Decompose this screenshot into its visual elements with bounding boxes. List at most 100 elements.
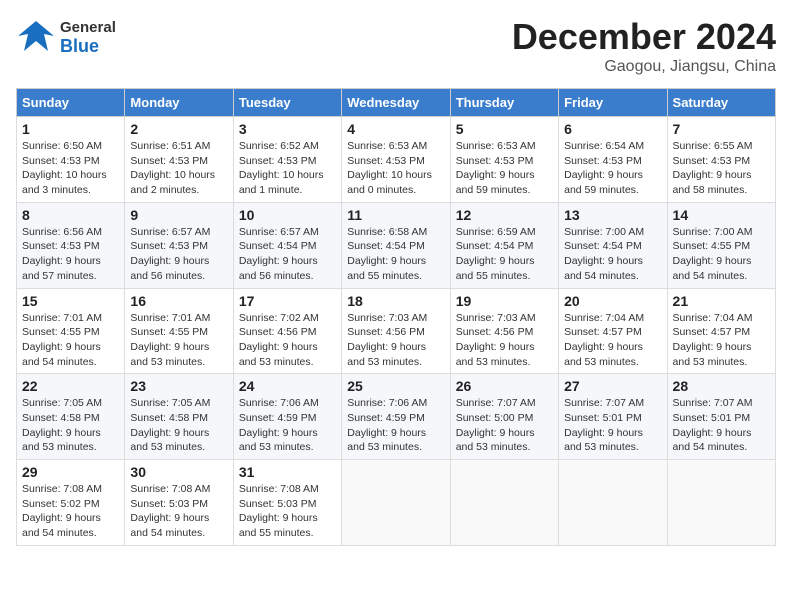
day-cell: 9Sunrise: 6:57 AMSunset: 4:53 PMDaylight… xyxy=(125,202,233,288)
calendar-header: SundayMondayTuesdayWednesdayThursdayFrid… xyxy=(17,89,776,117)
day-number: 4 xyxy=(347,121,444,137)
day-number: 28 xyxy=(673,378,770,394)
calendar-body: 1 Sunrise: 6:50 AMSunset: 4:53 PMDaylight… xyxy=(17,117,776,546)
day-cell: 23 Sunrise: 7:05 AMSunset: 4:58 PMDayligh… xyxy=(125,374,233,460)
day-number: 9 xyxy=(130,207,227,223)
day-of-week-header: Saturday xyxy=(667,89,775,117)
day-number: 16 xyxy=(130,293,227,309)
day-of-week-header: Tuesday xyxy=(233,89,341,117)
day-number: 22 xyxy=(22,378,119,394)
day-number: 30 xyxy=(130,464,227,480)
day-info: Sunrise: 6:55 AMSunset: 4:53 PMDaylight:… xyxy=(673,139,770,198)
day-cell: 16 Sunrise: 7:01 AMSunset: 4:55 PMDayligh… xyxy=(125,288,233,374)
day-number: 13 xyxy=(564,207,661,223)
day-info: Sunrise: 7:05 AMSunset: 4:58 PMDaylight:… xyxy=(130,396,227,455)
day-number: 20 xyxy=(564,293,661,309)
logo-text: General Blue xyxy=(60,20,116,56)
month-title: December 2024 xyxy=(512,16,776,58)
day-cell: 1 Sunrise: 6:50 AMSunset: 4:53 PMDaylight… xyxy=(17,117,125,203)
day-cell: 6 Sunrise: 6:54 AMSunset: 4:53 PMDaylight… xyxy=(559,117,667,203)
day-number: 11 xyxy=(347,207,444,223)
day-info: Sunrise: 6:56 AMSunset: 4:53 PMDaylight:… xyxy=(22,225,119,284)
empty-day-cell xyxy=(450,460,558,546)
calendar-week-row: 22 Sunrise: 7:05 AMSunset: 4:58 PMDayligh… xyxy=(17,374,776,460)
day-number: 25 xyxy=(347,378,444,394)
calendar-week-row: 1 Sunrise: 6:50 AMSunset: 4:53 PMDaylight… xyxy=(17,117,776,203)
day-info: Sunrise: 7:03 AMSunset: 4:56 PMDaylight:… xyxy=(456,311,553,370)
day-of-week-header: Monday xyxy=(125,89,233,117)
day-cell: 3 Sunrise: 6:52 AMSunset: 4:53 PMDaylight… xyxy=(233,117,341,203)
day-cell: 27 Sunrise: 7:07 AMSunset: 5:01 PMDayligh… xyxy=(559,374,667,460)
day-number: 26 xyxy=(456,378,553,394)
day-cell: 25Sunrise: 7:06 AMSunset: 4:59 PMDayligh… xyxy=(342,374,450,460)
calendar-week-row: 15 Sunrise: 7:01 AMSunset: 4:55 PMDayligh… xyxy=(17,288,776,374)
day-info: Sunrise: 6:57 AMSunset: 4:54 PMDaylight:… xyxy=(239,225,336,284)
day-cell: 20 Sunrise: 7:04 AMSunset: 4:57 PMDayligh… xyxy=(559,288,667,374)
day-info: Sunrise: 7:08 AMSunset: 5:03 PMDaylight:… xyxy=(239,482,336,541)
logo-blue-text: Blue xyxy=(60,37,116,57)
day-info: Sunrise: 6:52 AMSunset: 4:53 PMDaylight:… xyxy=(239,139,336,198)
day-info: Sunrise: 7:00 AMSunset: 4:54 PMDaylight:… xyxy=(564,225,661,284)
day-info: Sunrise: 7:06 AMSunset: 4:59 PMDaylight:… xyxy=(239,396,336,455)
day-info: Sunrise: 6:58 AMSunset: 4:54 PMDaylight:… xyxy=(347,225,444,284)
day-info: Sunrise: 6:51 AMSunset: 4:53 PMDaylight:… xyxy=(130,139,227,198)
day-cell: 24Sunrise: 7:06 AMSunset: 4:59 PMDayligh… xyxy=(233,374,341,460)
day-info: Sunrise: 6:54 AMSunset: 4:53 PMDaylight:… xyxy=(564,139,661,198)
day-cell: 30 Sunrise: 7:08 AMSunset: 5:03 PMDayligh… xyxy=(125,460,233,546)
calendar-week-row: 8Sunrise: 6:56 AMSunset: 4:53 PMDaylight… xyxy=(17,202,776,288)
empty-day-cell xyxy=(342,460,450,546)
day-number: 2 xyxy=(130,121,227,137)
day-number: 5 xyxy=(456,121,553,137)
day-cell: 7 Sunrise: 6:55 AMSunset: 4:53 PMDaylight… xyxy=(667,117,775,203)
day-cell: 10 Sunrise: 6:57 AMSunset: 4:54 PMDayligh… xyxy=(233,202,341,288)
day-number: 29 xyxy=(22,464,119,480)
day-number: 3 xyxy=(239,121,336,137)
calendar-week-row: 29Sunrise: 7:08 AMSunset: 5:02 PMDayligh… xyxy=(17,460,776,546)
day-number: 1 xyxy=(22,121,119,137)
day-info: Sunrise: 6:53 AMSunset: 4:53 PMDaylight:… xyxy=(456,139,553,198)
day-number: 15 xyxy=(22,293,119,309)
day-info: Sunrise: 7:07 AMSunset: 5:01 PMDaylight:… xyxy=(673,396,770,455)
day-info: Sunrise: 7:04 AMSunset: 4:57 PMDaylight:… xyxy=(673,311,770,370)
day-cell: 4Sunrise: 6:53 AMSunset: 4:53 PMDaylight… xyxy=(342,117,450,203)
day-info: Sunrise: 7:07 AMSunset: 5:00 PMDaylight:… xyxy=(456,396,553,455)
title-block: December 2024 Gaogou, Jiangsu, China xyxy=(512,16,776,76)
day-info: Sunrise: 6:50 AMSunset: 4:53 PMDaylight:… xyxy=(22,139,119,198)
day-cell: 21Sunrise: 7:04 AMSunset: 4:57 PMDayligh… xyxy=(667,288,775,374)
day-cell: 13 Sunrise: 7:00 AMSunset: 4:54 PMDayligh… xyxy=(559,202,667,288)
day-number: 10 xyxy=(239,207,336,223)
day-cell: 12Sunrise: 6:59 AMSunset: 4:54 PMDayligh… xyxy=(450,202,558,288)
empty-day-cell xyxy=(559,460,667,546)
day-number: 14 xyxy=(673,207,770,223)
page-header: General Blue December 2024 Gaogou, Jiang… xyxy=(16,16,776,76)
empty-day-cell xyxy=(667,460,775,546)
day-number: 23 xyxy=(130,378,227,394)
day-info: Sunrise: 7:08 AMSunset: 5:03 PMDaylight:… xyxy=(130,482,227,541)
day-info: Sunrise: 6:59 AMSunset: 4:54 PMDaylight:… xyxy=(456,225,553,284)
day-cell: 28 Sunrise: 7:07 AMSunset: 5:01 PMDayligh… xyxy=(667,374,775,460)
day-number: 27 xyxy=(564,378,661,394)
day-of-week-header: Friday xyxy=(559,89,667,117)
day-info: Sunrise: 7:00 AMSunset: 4:55 PMDaylight:… xyxy=(673,225,770,284)
day-info: Sunrise: 7:07 AMSunset: 5:01 PMDaylight:… xyxy=(564,396,661,455)
day-info: Sunrise: 7:01 AMSunset: 4:55 PMDaylight:… xyxy=(130,311,227,370)
day-info: Sunrise: 7:04 AMSunset: 4:57 PMDaylight:… xyxy=(564,311,661,370)
day-cell: 11 Sunrise: 6:58 AMSunset: 4:54 PMDayligh… xyxy=(342,202,450,288)
day-number: 6 xyxy=(564,121,661,137)
logo-general-text: General xyxy=(60,20,116,37)
day-info: Sunrise: 7:01 AMSunset: 4:55 PMDaylight:… xyxy=(22,311,119,370)
day-cell: 15 Sunrise: 7:01 AMSunset: 4:55 PMDayligh… xyxy=(17,288,125,374)
day-cell: 17Sunrise: 7:02 AMSunset: 4:56 PMDayligh… xyxy=(233,288,341,374)
location-text: Gaogou, Jiangsu, China xyxy=(512,58,776,76)
calendar-table: SundayMondayTuesdayWednesdayThursdayFrid… xyxy=(16,88,776,546)
day-number: 19 xyxy=(456,293,553,309)
day-number: 17 xyxy=(239,293,336,309)
day-cell: 14 Sunrise: 7:00 AMSunset: 4:55 PMDayligh… xyxy=(667,202,775,288)
day-cell: 31 Sunrise: 7:08 AMSunset: 5:03 PMDayligh… xyxy=(233,460,341,546)
logo: General Blue xyxy=(16,16,116,61)
day-cell: 22Sunrise: 7:05 AMSunset: 4:58 PMDayligh… xyxy=(17,374,125,460)
day-number: 7 xyxy=(673,121,770,137)
day-cell: 2 Sunrise: 6:51 AMSunset: 4:53 PMDaylight… xyxy=(125,117,233,203)
day-of-week-header: Thursday xyxy=(450,89,558,117)
day-number: 31 xyxy=(239,464,336,480)
